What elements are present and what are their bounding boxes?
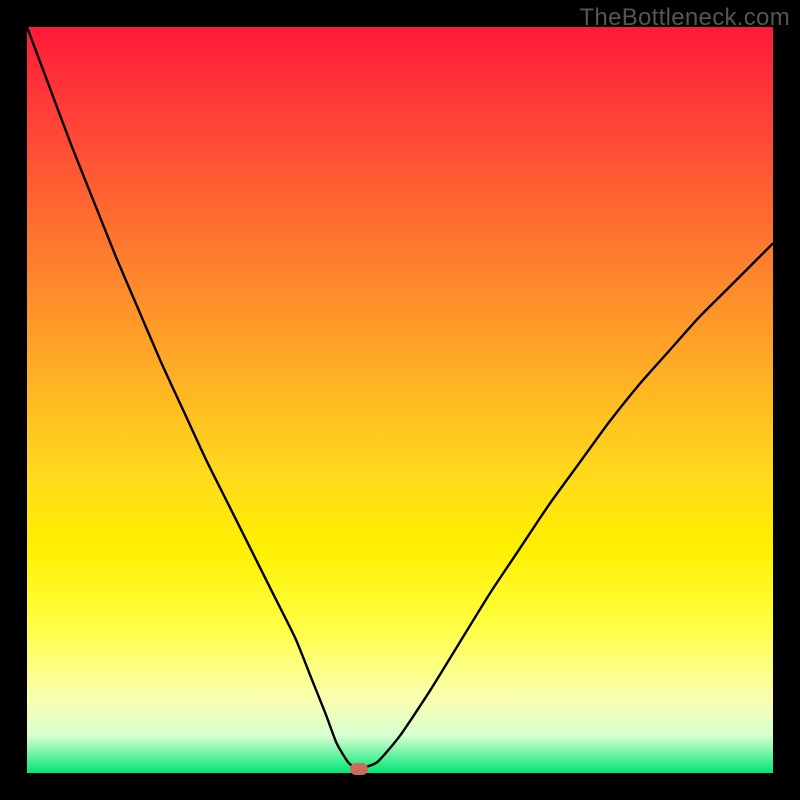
bottleneck-curve (27, 27, 773, 768)
curve-svg (27, 27, 773, 773)
plot-area (27, 27, 773, 773)
optimum-marker (350, 763, 368, 775)
outer-frame: TheBottleneck.com (0, 0, 800, 800)
